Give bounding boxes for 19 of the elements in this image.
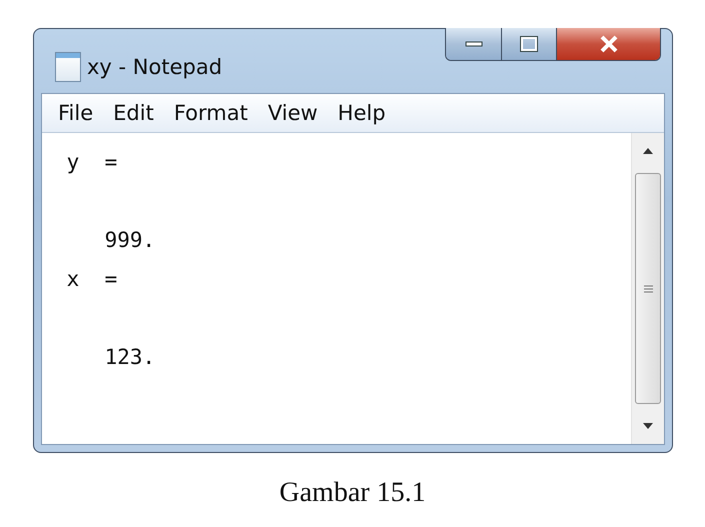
maximize-button[interactable]	[501, 28, 556, 60]
maximize-icon	[520, 36, 538, 52]
close-button[interactable]	[556, 28, 660, 60]
up-arrow-icon[interactable]	[643, 148, 653, 154]
text-area[interactable]: y = 999. x = 123.	[42, 133, 631, 444]
figure-caption: Gambar 15.1	[279, 477, 426, 508]
down-arrow-icon[interactable]	[643, 423, 653, 429]
menu-item[interactable]: View	[258, 101, 328, 125]
menu-item[interactable]: Edit	[103, 101, 164, 125]
menu-item[interactable]: File	[48, 101, 104, 125]
window-title: xy - Notepad	[87, 55, 222, 79]
minimize-icon	[464, 41, 482, 47]
menu-item[interactable]: Help	[328, 101, 396, 125]
menu-item[interactable]: Format	[164, 101, 258, 125]
close-icon	[598, 35, 618, 53]
minimize-button[interactable]	[446, 28, 501, 60]
grip-icon	[644, 284, 652, 292]
notepad-icon	[55, 52, 81, 82]
scrollbar[interactable]	[631, 133, 664, 444]
